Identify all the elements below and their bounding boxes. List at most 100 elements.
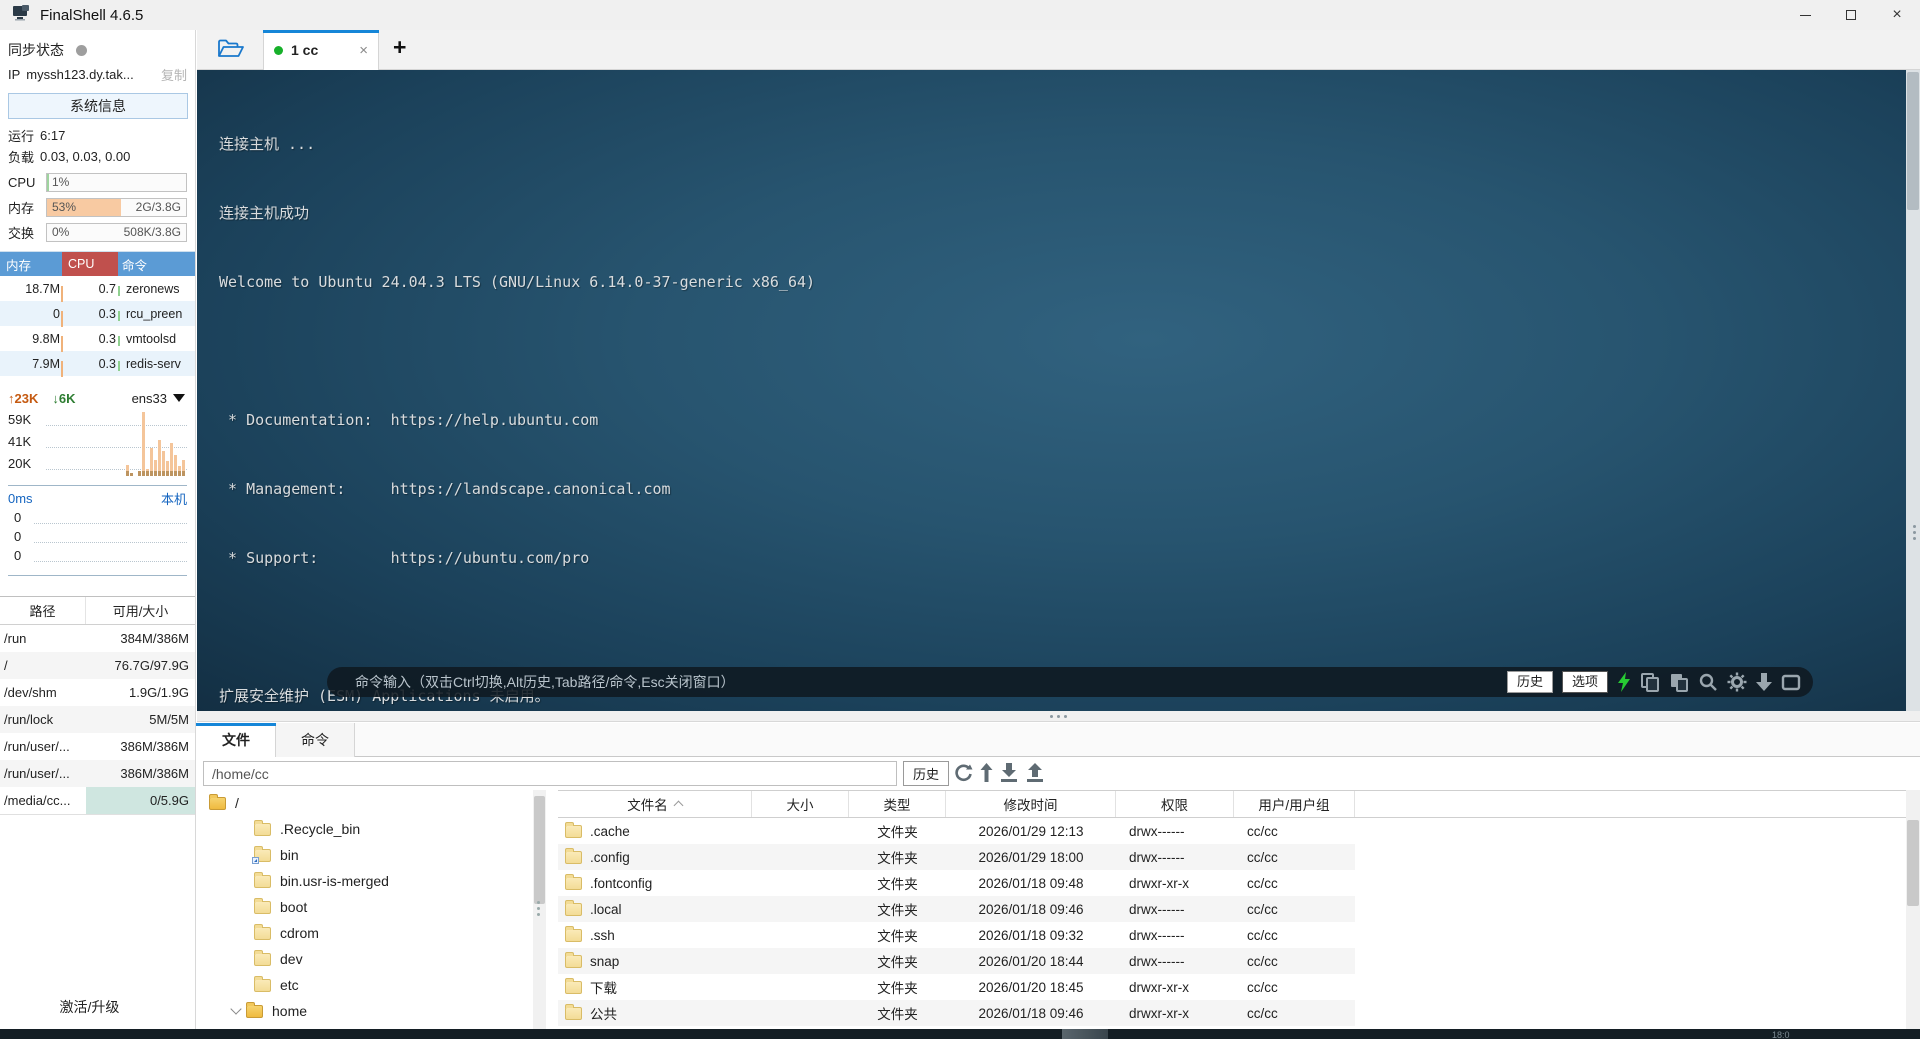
- file-row[interactable]: .local 文件夹 2026/01/18 09:46 drwx------ cc…: [558, 896, 1355, 922]
- path-history-button[interactable]: 历史: [903, 761, 950, 786]
- window-mode-icon[interactable]: [1781, 674, 1801, 691]
- tree-item[interactable]: cdrom: [197, 920, 533, 946]
- column-header-name[interactable]: 文件名: [558, 791, 752, 817]
- file-table-header: 文件名 大小 类型 修改时间 权限 用户/用户组: [558, 790, 1906, 818]
- file-row[interactable]: 下载 文件夹 2026/01/20 18:45 drwxr-xr-x cc/cc: [558, 974, 1355, 1000]
- history-button[interactable]: 历史: [1506, 671, 1553, 693]
- process-row[interactable]: 18.7M 0.7 zeronews: [0, 276, 195, 302]
- file-row[interactable]: snap 文件夹 2026/01/20 18:44 drwx------ cc/c…: [558, 948, 1355, 974]
- taskbar-window-button[interactable]: [1062, 1029, 1108, 1039]
- file-row[interactable]: .config 文件夹 2026/01/29 18:00 drwx------ c…: [558, 844, 1355, 870]
- refresh-icon[interactable]: [954, 763, 973, 787]
- file-table: 文件名 大小 类型 修改时间 权限 用户/用户组 .cache 文件夹 2026…: [558, 790, 1906, 1029]
- swap-meter: 0% 508K/3.8G: [46, 222, 187, 242]
- process-row[interactable]: 0 0.3 rcu_preen: [0, 301, 195, 327]
- disk-row[interactable]: /run/user/... 386M/386M: [0, 733, 195, 760]
- command-input-placeholder[interactable]: 命令输入（双击Ctrl切换,Alt历史,Tab路径/命令,Esc关闭窗口）: [355, 672, 735, 692]
- upload-file-icon[interactable]: [1026, 763, 1044, 787]
- file-panel-tabs: 文件 命令: [196, 723, 1920, 757]
- folder-icon: [565, 821, 582, 838]
- cpu-label: CPU: [8, 174, 36, 190]
- tree-resize-handle[interactable]: [537, 901, 540, 916]
- disk-row[interactable]: /dev/shm 1.9G/1.9G: [0, 679, 195, 706]
- ping-target-selector[interactable]: 本机: [161, 489, 187, 508]
- load-value: 0.03, 0.03, 0.00: [40, 149, 131, 164]
- tree-item[interactable]: bin.usr-is-merged: [197, 868, 533, 894]
- column-header-type[interactable]: 类型: [849, 791, 946, 817]
- ip-label: IP: [8, 66, 21, 82]
- process-row[interactable]: 9.8M 0.3 vmtoolsd: [0, 326, 195, 352]
- process-row[interactable]: 7.9M 0.3 redis-serv: [0, 351, 195, 377]
- tree-item-root[interactable]: /: [197, 790, 533, 816]
- chevron-expand-icon[interactable]: [230, 1003, 242, 1015]
- tree-item-home[interactable]: home: [197, 998, 533, 1024]
- terminal-scrollbar[interactable]: [1906, 70, 1920, 711]
- folder-icon: [209, 793, 226, 810]
- column-header-owner[interactable]: 用户/用户组: [1234, 791, 1355, 817]
- settings-gear-icon[interactable]: [1727, 672, 1747, 692]
- tab-label: 1 cc: [291, 42, 319, 58]
- tree-item[interactable]: .Recycle_bin: [197, 816, 533, 842]
- parent-directory-icon[interactable]: [980, 763, 993, 787]
- file-list-scrollbar[interactable]: [1906, 790, 1920, 1029]
- disk-row[interactable]: /run/user/... 386M/386M: [0, 760, 195, 787]
- download-file-icon[interactable]: [1000, 763, 1018, 787]
- download-rate: ↓6K: [52, 390, 76, 406]
- tab-close-icon[interactable]: ×: [359, 42, 368, 59]
- connection-status-dot: [274, 45, 283, 55]
- terminal-tab[interactable]: 1 cc ×: [263, 30, 379, 70]
- download-arrow-icon[interactable]: [1756, 673, 1772, 691]
- load-label: 负载: [8, 150, 35, 165]
- taskbar-clock: 18:0: [1772, 1030, 1790, 1039]
- folder-link-icon: [252, 845, 271, 864]
- tree-item[interactable]: etc: [197, 972, 533, 998]
- folder-icon: [565, 977, 582, 994]
- file-row[interactable]: .ssh 文件夹 2026/01/18 09:32 drwx------ cc/c…: [558, 922, 1355, 948]
- close-button[interactable]: ×: [1874, 0, 1920, 30]
- tab-commands[interactable]: 命令: [276, 723, 355, 757]
- folder-icon: [254, 897, 271, 914]
- sync-status-label: 同步状态: [8, 42, 64, 58]
- copy-ip-button[interactable]: 复制: [161, 65, 187, 84]
- folder-icon: [565, 1003, 582, 1020]
- cpu-meter: 1%: [46, 172, 187, 192]
- column-header-perm[interactable]: 权限: [1116, 791, 1234, 817]
- title-bar: FinalShell 4.6.5 ×: [0, 0, 1920, 30]
- path-input[interactable]: [203, 761, 897, 786]
- terminal-screen[interactable]: 连接主机 ... 连接主机成功 Welcome to Ubuntu 24.04.…: [197, 70, 1920, 981]
- chevron-down-icon[interactable]: [173, 394, 185, 402]
- new-tab-button[interactable]: +: [393, 34, 406, 61]
- column-header-mtime[interactable]: 修改时间: [946, 791, 1116, 817]
- copy-icon[interactable]: [1640, 672, 1660, 692]
- options-button[interactable]: 选项: [1561, 671, 1608, 693]
- system-info-button[interactable]: 系统信息: [8, 93, 188, 119]
- panel-splitter[interactable]: [197, 711, 1920, 722]
- tab-files[interactable]: 文件: [196, 723, 276, 757]
- file-row[interactable]: 公共 文件夹 2026/01/18 09:46 drwxr-xr-x cc/cc: [558, 1000, 1355, 1026]
- terminal-tab-bar: 1 cc × +: [197, 30, 1920, 70]
- minimize-button[interactable]: [1782, 0, 1828, 30]
- tree-item[interactable]: bin: [197, 842, 533, 868]
- upload-rate: ↑23K: [8, 390, 39, 406]
- open-connection-icon[interactable]: [217, 38, 244, 65]
- quick-command-icon[interactable]: [1617, 672, 1631, 692]
- column-header-size[interactable]: 大小: [752, 791, 849, 817]
- disk-row[interactable]: /media/cc... 0/5.9G: [0, 787, 195, 814]
- disk-row[interactable]: /run 384M/386M: [0, 625, 195, 652]
- disk-row[interactable]: /76.7G/97.9G: [0, 652, 195, 679]
- maximize-button[interactable]: [1828, 0, 1874, 30]
- tree-item[interactable]: dev: [197, 946, 533, 972]
- folder-icon: [254, 975, 271, 992]
- search-icon[interactable]: [1698, 672, 1718, 692]
- file-row[interactable]: .cache 文件夹 2026/01/29 12:13 drwx------ cc…: [558, 818, 1355, 844]
- swap-value: 508K/3.8G: [123, 224, 181, 239]
- process-table-header: 内存 CPU 命令: [0, 252, 195, 276]
- command-input-bar[interactable]: 命令输入（双击Ctrl切换,Alt历史,Tab路径/命令,Esc关闭窗口） 历史…: [327, 667, 1813, 697]
- tree-item[interactable]: boot: [197, 894, 533, 920]
- file-row[interactable]: .fontconfig 文件夹 2026/01/18 09:48 drwxr-xr…: [558, 870, 1355, 896]
- disk-row[interactable]: /run/lock 5M/5M: [0, 706, 195, 733]
- activate-upgrade-link[interactable]: 激活/升级: [0, 997, 179, 1017]
- panel-resize-handle-vertical[interactable]: [1913, 525, 1916, 540]
- paste-icon[interactable]: [1669, 672, 1689, 692]
- network-interface-selector[interactable]: ens33: [132, 391, 167, 406]
